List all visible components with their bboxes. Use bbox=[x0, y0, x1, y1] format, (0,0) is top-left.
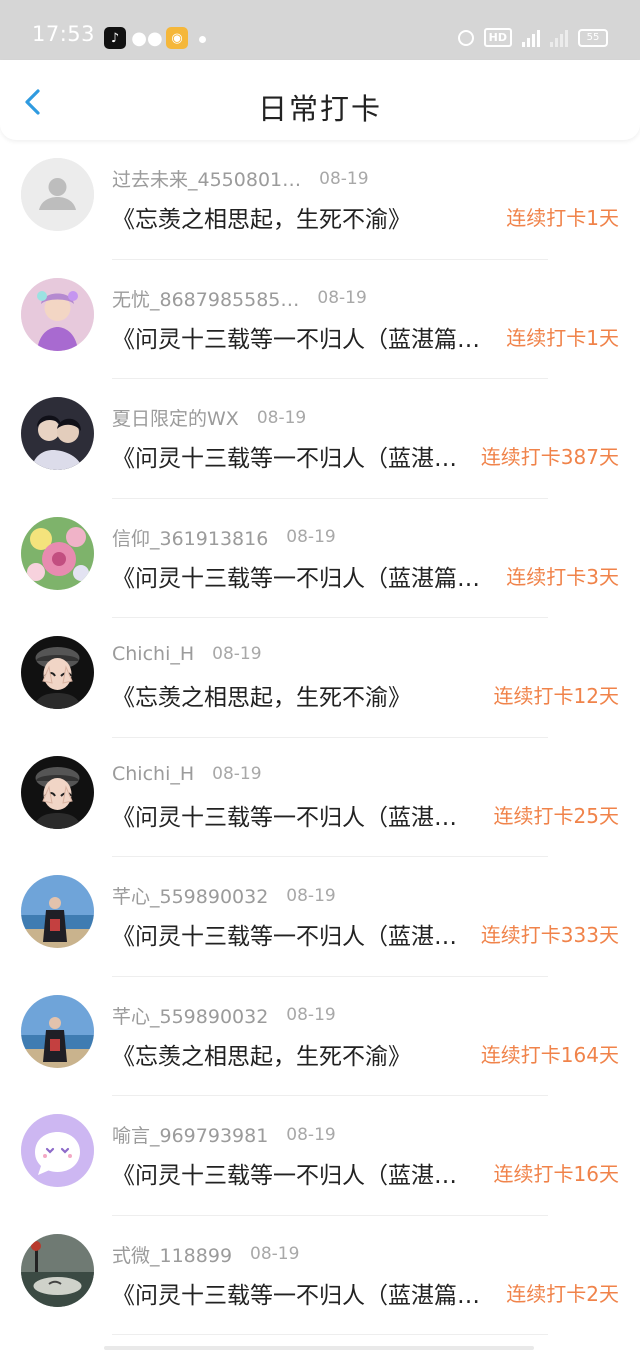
list-item[interactable]: 芊心_559890032 08-19 《问灵十三载等一不归人（蓝湛… 连续打卡333天 bbox=[0, 857, 640, 977]
entry-meta: 夏日限定的WX 08-19 bbox=[112, 404, 307, 431]
avatar[interactable] bbox=[21, 516, 94, 590]
username[interactable]: 信仰_361913816 bbox=[112, 524, 268, 551]
username[interactable]: Chichi_H bbox=[112, 643, 194, 665]
streak-label: 连续打卡333天 bbox=[480, 923, 619, 947]
entry-meta: 式微_118899 08-19 bbox=[112, 1241, 300, 1268]
scroll-indicator bbox=[104, 1346, 534, 1350]
battery-icon: 55 bbox=[578, 28, 608, 47]
checkin-title: 《问灵十三载等一不归人（蓝湛篇… bbox=[112, 565, 480, 592]
checkin-title: 《问灵十三载等一不归人（蓝湛篇… bbox=[112, 1282, 480, 1309]
checkin-date: 08-19 bbox=[319, 168, 369, 189]
streak-label: 连续打卡1天 bbox=[506, 325, 619, 350]
avatar[interactable] bbox=[21, 636, 94, 709]
checkin-date: 08-19 bbox=[250, 1244, 300, 1264]
divider bbox=[112, 1334, 548, 1335]
list-item[interactable]: 过去未来_4550801… 08-19 《忘羡之相思起，生死不渝》 连续打卡1天 bbox=[0, 140, 640, 260]
avatar[interactable] bbox=[21, 397, 94, 470]
username[interactable]: 喻言_969793981 bbox=[112, 1121, 268, 1148]
list-item[interactable]: 无忧_8687985585… 08-19 《问灵十三载等一不归人（蓝湛篇… 连续打卡1… bbox=[0, 260, 640, 379]
entry-meta: 芊心_559890032 08-19 bbox=[112, 882, 336, 909]
checkin-title: 《问灵十三载等一不归人（蓝湛… bbox=[112, 804, 457, 831]
username[interactable]: 无忧_8687985585… bbox=[112, 285, 299, 312]
weibo-icon: ◉ bbox=[166, 27, 188, 49]
checkin-title: 《忘羡之相思起，生死不渝》 bbox=[112, 685, 411, 711]
alarm-icon bbox=[457, 29, 474, 46]
username[interactable]: Chichi_H bbox=[112, 763, 194, 785]
list-item[interactable]: Chichi_H 08-19 《忘羡之相思起，生死不渝》 连续打卡12天 bbox=[0, 618, 640, 738]
list-item[interactable]: 夏日限定的WX 08-19 《问灵十三载等一不归人（蓝湛… 连续打卡387天 bbox=[0, 379, 640, 499]
checkin-date: 08-19 bbox=[212, 644, 262, 664]
checkin-date: 08-19 bbox=[286, 885, 336, 906]
list-item[interactable]: 信仰_361913816 08-19 《问灵十三载等一不归人（蓝湛篇… 连续打卡3天 bbox=[0, 499, 640, 618]
list-item[interactable]: 芊心_559890032 08-19 《忘羡之相思起，生死不渝》 连续打卡164天 bbox=[0, 977, 640, 1096]
checkin-date: 08-19 bbox=[212, 763, 262, 784]
username[interactable]: 过去未来_4550801… bbox=[112, 165, 301, 192]
tiktok-icon: ♪ bbox=[104, 27, 126, 49]
signal-icon bbox=[550, 29, 568, 47]
avatar[interactable] bbox=[21, 1233, 94, 1307]
streak-label: 连续打卡12天 bbox=[493, 684, 619, 708]
entry-meta: Chichi_H 08-19 bbox=[112, 643, 262, 667]
avatar[interactable] bbox=[21, 755, 94, 829]
entry-meta: 信仰_361913816 08-19 bbox=[112, 524, 336, 551]
streak-label: 连续打卡25天 bbox=[493, 803, 619, 828]
streak-label: 连续打卡3天 bbox=[506, 564, 619, 589]
entry-meta: 芊心_559890032 08-19 bbox=[112, 1002, 336, 1029]
notification-dot-icon bbox=[199, 36, 206, 43]
checkin-title: 《问灵十三载等一不归人（蓝湛… bbox=[112, 446, 457, 472]
checkin-title: 《问灵十三载等一不归人（蓝湛… bbox=[112, 924, 457, 950]
entry-meta: 过去未来_4550801… 08-19 bbox=[112, 165, 369, 192]
checkin-title: 《问灵十三载等一不归人（蓝湛… bbox=[112, 1163, 457, 1189]
checkin-date: 08-19 bbox=[256, 407, 307, 428]
checkin-date: 08-19 bbox=[286, 1005, 336, 1025]
checkin-date: 08-19 bbox=[286, 527, 336, 547]
entry-meta: Chichi_H 08-19 bbox=[112, 763, 262, 787]
list-item[interactable]: 喻言_969793981 08-19 《问灵十三载等一不归人（蓝湛… 连续打卡16天 bbox=[0, 1096, 640, 1216]
avatar[interactable] bbox=[21, 1114, 94, 1187]
username[interactable]: 夏日限定的WX bbox=[112, 404, 239, 431]
avatar[interactable] bbox=[21, 277, 94, 351]
streak-label: 连续打卡387天 bbox=[480, 445, 619, 469]
checkin-title: 《问灵十三载等一不归人（蓝湛篇… bbox=[112, 326, 480, 353]
list-item[interactable]: 式微_118899 08-19 《问灵十三载等一不归人（蓝湛篇… 连续打卡2天 bbox=[0, 1216, 640, 1335]
avatar[interactable] bbox=[21, 994, 94, 1068]
list-item[interactable]: Chichi_H 08-19 《问灵十三载等一不归人（蓝湛… 连续打卡25天 bbox=[0, 738, 640, 857]
status-time: 17:53 bbox=[32, 22, 96, 46]
wechat-icon: ●● bbox=[131, 27, 163, 49]
username[interactable]: 芊心_559890032 bbox=[112, 882, 268, 909]
entry-meta: 喻言_969793981 08-19 bbox=[112, 1121, 336, 1148]
checkin-date: 08-19 bbox=[317, 288, 367, 308]
checkin-title: 《忘羡之相思起，生死不渝》 bbox=[112, 1043, 411, 1070]
username[interactable]: 芊心_559890032 bbox=[112, 1002, 268, 1029]
page-title: 日常打卡 bbox=[257, 92, 382, 126]
streak-label: 连续打卡16天 bbox=[493, 1162, 619, 1186]
checkin-list: 过去未来_4550801… 08-19 《忘羡之相思起，生死不渝》 连续打卡1天 无忧_… bbox=[0, 140, 640, 1335]
entry-meta: 无忧_8687985585… 08-19 bbox=[112, 285, 367, 312]
streak-label: 连续打卡1天 bbox=[506, 206, 619, 230]
streak-label: 连续打卡2天 bbox=[506, 1281, 619, 1306]
username[interactable]: 式微_118899 bbox=[112, 1241, 232, 1268]
hd-icon: HD bbox=[483, 28, 512, 47]
header: 日常打卡 bbox=[0, 60, 640, 140]
signal-4g-icon bbox=[522, 29, 540, 47]
status-bar: 17:53 ♪ ●● ◉ HD 55 bbox=[0, 0, 640, 60]
streak-label: 连续打卡164天 bbox=[480, 1042, 619, 1067]
checkin-title: 《忘羡之相思起，生死不渝》 bbox=[112, 207, 411, 233]
avatar[interactable] bbox=[21, 158, 94, 231]
status-indicators: HD 55 bbox=[457, 28, 608, 47]
avatar[interactable] bbox=[21, 875, 94, 948]
checkin-date: 08-19 bbox=[286, 1124, 336, 1145]
